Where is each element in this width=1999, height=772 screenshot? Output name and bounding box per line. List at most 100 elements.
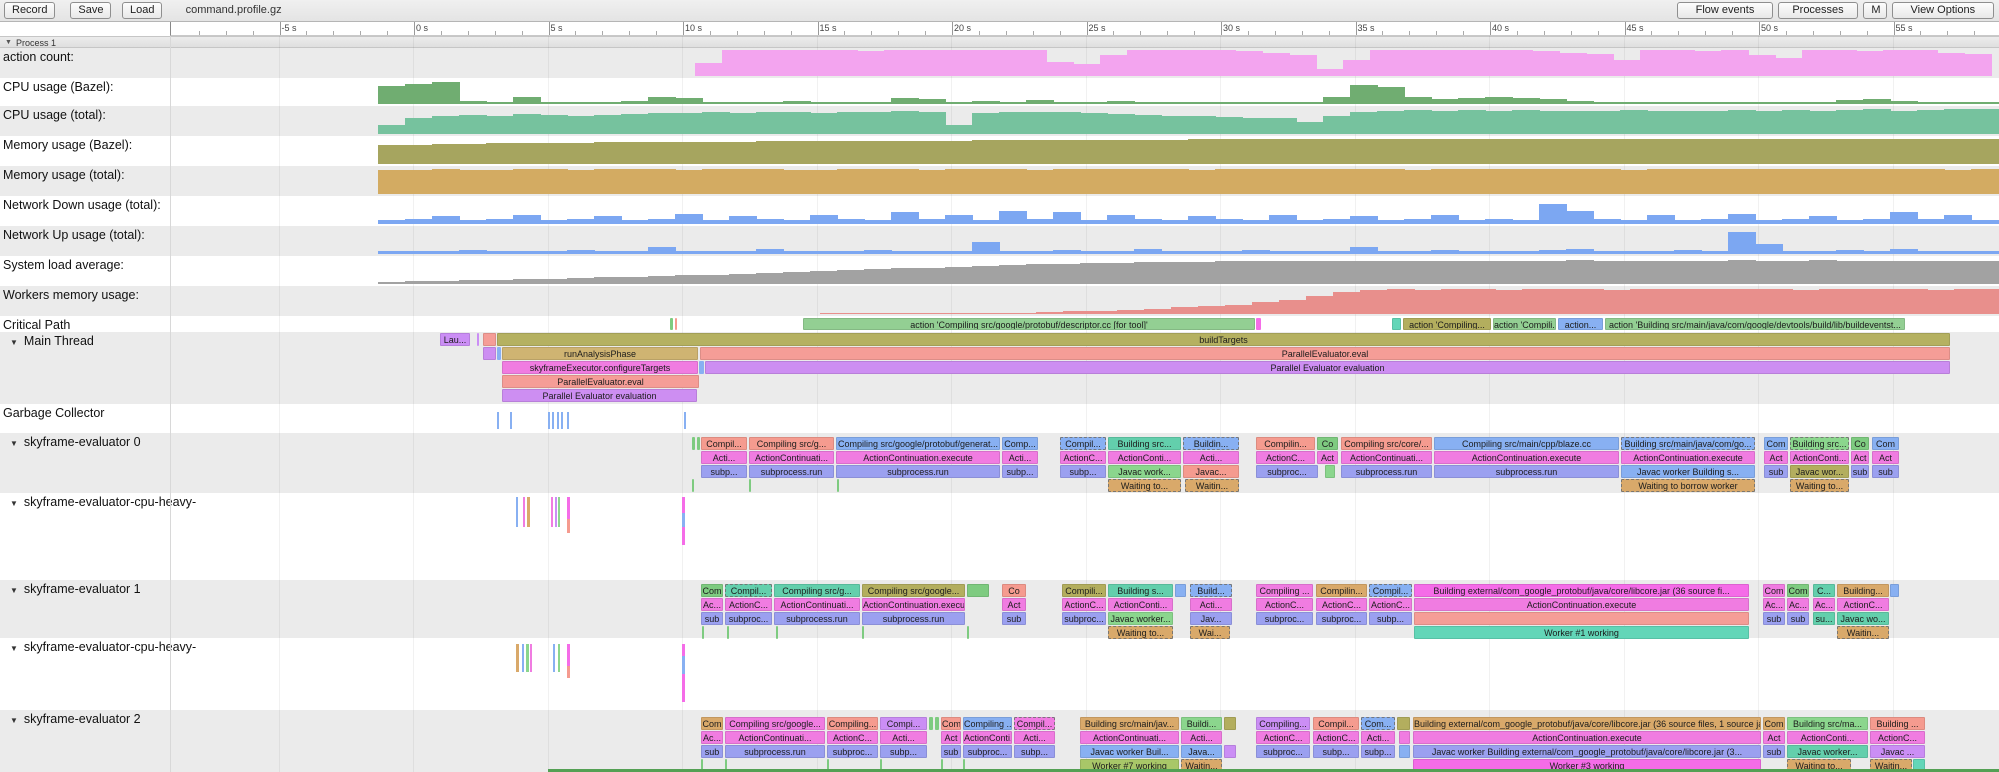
trace-event-block[interactable]: action 'Building src/main/java/com/googl… [1605,318,1905,330]
processes-button[interactable]: Processes [1778,2,1859,19]
trace-event-block[interactable]: Acti... [1183,451,1239,464]
trace-event-block[interactable]: ActionContinuation.execute [1413,731,1761,744]
trace-event-block[interactable]: Javac work... [1108,465,1181,478]
trace-event-tick[interactable] [516,644,519,672]
trace-event-block[interactable]: Acti... [880,731,927,744]
trace-event-tick[interactable] [552,412,554,429]
trace-event-block[interactable]: Building src/ma... [1787,717,1868,730]
trace-event-block[interactable]: Act [1764,451,1788,464]
trace-event-block[interactable]: ActionContinuation.execute [1621,451,1755,464]
trace-event-block[interactable] [862,626,864,639]
trace-event-tick[interactable] [558,644,560,672]
trace-event-block[interactable]: sub [941,745,961,758]
trace-event-tick[interactable] [682,527,685,545]
trace-event-block[interactable] [1256,318,1261,330]
trace-event-block[interactable] [1224,717,1236,730]
trace-event-block[interactable]: Building src/main/jav... [1080,717,1179,730]
trace-event-block[interactable]: ActionC... [1369,598,1412,611]
trace-event-block[interactable]: Co [1317,437,1338,450]
trace-event-block[interactable]: subproc... [1256,612,1313,625]
trace-event-tick[interactable] [497,412,499,429]
trace-event-block[interactable]: Compiling src/g... [774,584,860,597]
trace-event-block[interactable]: ActionC... [725,598,772,611]
disclosure-triangle-icon[interactable]: ▼ [3,586,24,595]
trace-event-block[interactable]: subprocess.run [1341,465,1432,478]
trace-event-block[interactable]: Compiling src/core/... [1341,437,1432,450]
trace-event-block[interactable] [675,318,677,330]
trace-event-tick[interactable] [561,412,563,429]
trace-event-tick[interactable] [682,497,685,513]
trace-event-block[interactable] [670,318,673,330]
trace-event-block[interactable]: Com [1763,584,1785,597]
trace-event-block[interactable]: ActionC... [1256,598,1313,611]
trace-event-block[interactable]: subprocess.run [774,612,860,625]
trace-event-block[interactable]: subproc... [827,745,878,758]
trace-event-block[interactable]: Javac worker... [1108,612,1173,625]
trace-event-tick[interactable] [682,656,685,674]
trace-event-tick[interactable] [548,412,550,429]
trace-event-block[interactable]: Javac worker... [1787,745,1868,758]
disclosure-triangle-icon[interactable]: ▼ [3,644,24,653]
trace-event-block[interactable]: Com [701,584,723,597]
trace-event-block[interactable]: subprocess.run [862,612,965,625]
trace-event-block[interactable] [935,717,939,730]
trace-event-block[interactable]: action 'Compiling... [1403,318,1491,330]
trace-event-block[interactable]: ActionContinuati... [725,731,825,744]
trace-event-block[interactable]: ActionContinuation.execute [1434,451,1619,464]
trace-event-block[interactable]: Waitin... [1185,479,1239,492]
trace-event-block[interactable]: Parallel Evaluator evaluation [502,389,697,402]
trace-event-block[interactable]: action 'Compili... [1493,318,1556,330]
trace-event-block[interactable]: sub [1764,465,1788,478]
trace-event-block[interactable] [1175,584,1186,597]
trace-event-block[interactable]: ActionContinuation.execute [836,451,1000,464]
time-ruler[interactable]: -5 s0 s5 s10 s15 s20 s25 s30 s35 s40 s45… [170,22,1999,36]
trace-event-block[interactable]: Com [701,717,723,730]
disclosure-triangle-icon[interactable]: ▼ [3,439,24,448]
trace-event-block[interactable]: Building external/com_google_protobuf/ja… [1414,584,1749,597]
trace-event-block[interactable]: Compili... [1062,584,1106,597]
trace-event-block[interactable]: Acti... [1361,731,1395,744]
trace-event-block[interactable] [1325,465,1335,478]
trace-event-block[interactable] [483,333,496,346]
trace-event-block[interactable]: Act [1872,451,1899,464]
trace-event-block[interactable]: ActionConti... [1108,598,1173,611]
disclosure-triangle-icon[interactable]: ▼ [3,499,24,508]
trace-event-block[interactable]: Buildi... [1181,717,1222,730]
trace-event-block[interactable] [1890,584,1899,597]
trace-event-block[interactable]: subprocess.run [1434,465,1619,478]
trace-event-block[interactable]: sub [1763,612,1785,625]
trace-event-block[interactable]: Com [941,717,961,730]
trace-event-block[interactable]: ActionContinuation.execute [1414,598,1749,611]
trace-event-block[interactable]: Building src/main/java/com/go... [1621,437,1755,450]
trace-event-block[interactable] [699,361,704,374]
trace-event-block[interactable] [1414,612,1749,625]
trace-event-block[interactable] [483,347,496,360]
trace-event-block[interactable]: subproc... [1256,745,1310,758]
trace-event-tick[interactable] [522,644,524,672]
trace-event-block[interactable]: subp... [1060,465,1106,478]
trace-event-tick[interactable] [553,644,555,672]
trace-event-block[interactable]: Javac ... [1870,745,1925,758]
load-button[interactable]: Load [122,2,162,19]
trace-event-block[interactable] [692,479,694,492]
trace-event-block[interactable]: ActionContinuati... [749,451,834,464]
trace-event-block[interactable]: ActionC... [1870,731,1925,744]
trace-event-tick[interactable] [682,513,685,527]
trace-event-block[interactable]: ActionC... [1256,731,1310,744]
trace-event-block[interactable]: Co [1002,584,1026,597]
trace-event-block[interactable]: Ac... [1763,598,1785,611]
trace-event-block[interactable]: Worker #1 working [1414,626,1749,639]
trace-event-block[interactable]: ActionConti... [1108,451,1181,464]
trace-event-block[interactable]: action... [1558,318,1603,330]
flow-events-button[interactable]: Flow events [1677,2,1772,19]
trace-event-block[interactable]: Compil... [1014,717,1055,730]
trace-event-block[interactable] [1399,731,1410,744]
trace-event-block[interactable]: Ac... [701,598,723,611]
trace-event-block[interactable]: Compiling src/google... [862,584,965,597]
trace-event-tick[interactable] [567,644,570,666]
trace-event-block[interactable]: subp... [1369,612,1412,625]
m-button[interactable]: M [1863,2,1886,19]
trace-event-block[interactable]: sub [701,745,723,758]
trace-event-block[interactable]: Javac worker Building external/com_googl… [1413,745,1761,758]
trace-event-tick[interactable] [567,519,570,533]
